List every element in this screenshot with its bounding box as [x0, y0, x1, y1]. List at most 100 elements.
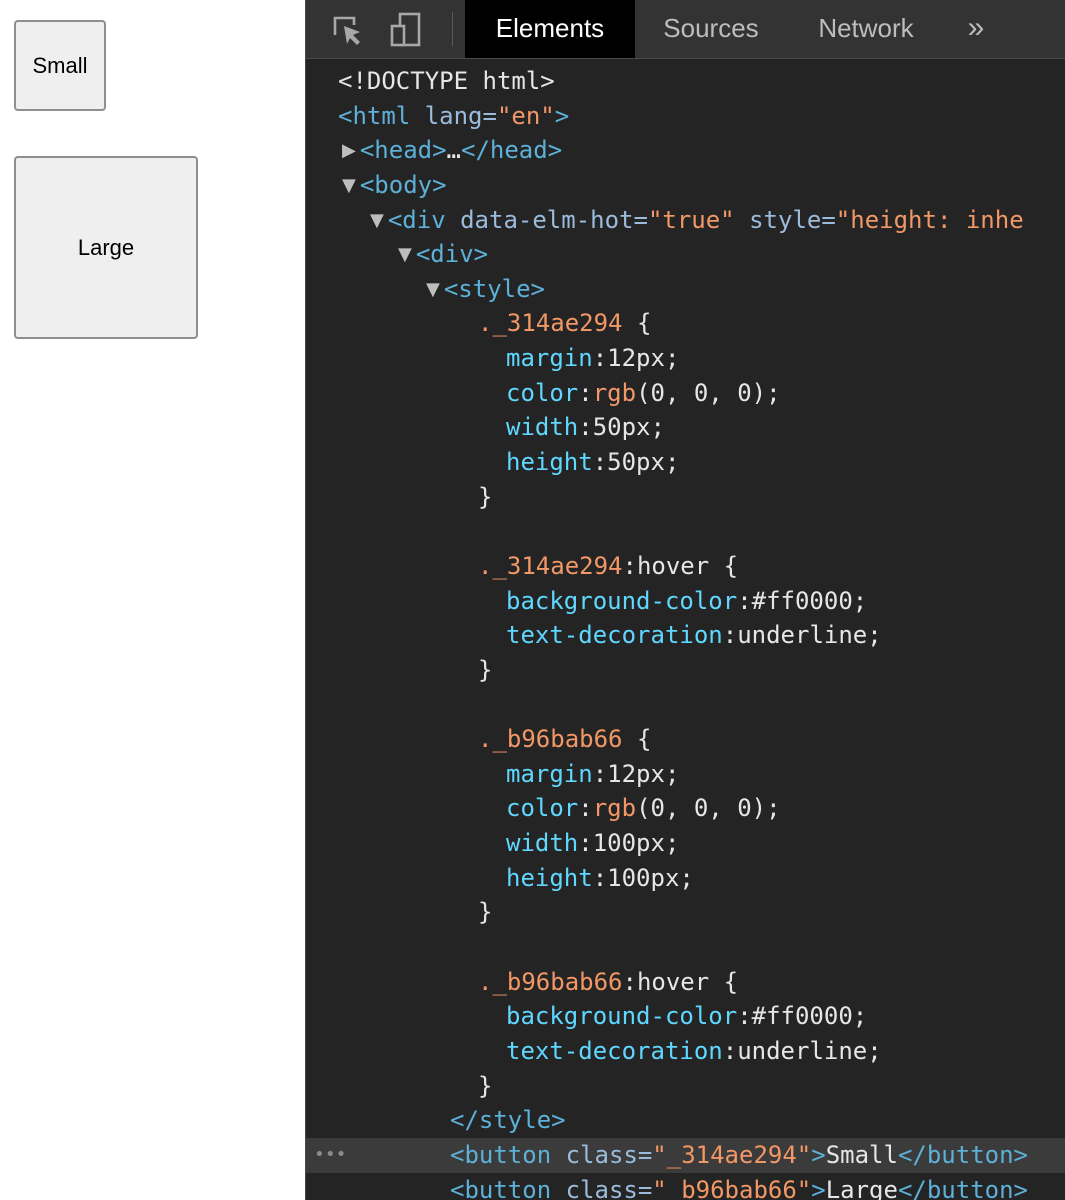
- code-token: margin: [506, 344, 593, 373]
- tab-network[interactable]: Network: [801, 0, 931, 58]
- dom-node-line[interactable]: ▼ <body>: [306, 168, 1065, 203]
- dom-node-line[interactable]: [306, 930, 1065, 965]
- code-token: {: [622, 725, 652, 754]
- code-token: lang=: [424, 101, 497, 130]
- code-token: <div>: [415, 240, 489, 269]
- dom-node-line[interactable]: ▼ <div>: [306, 237, 1065, 272]
- code-token: }: [478, 655, 493, 684]
- code-token: text-decoration: [506, 1036, 723, 1065]
- large-button[interactable]: Large: [14, 156, 198, 339]
- code-token: }: [478, 1071, 493, 1100]
- code-token: width: [506, 413, 579, 442]
- dom-node-line[interactable]: width:50px;: [306, 410, 1065, 445]
- code-token: }: [478, 482, 493, 511]
- code-token: :#ff0000;: [737, 586, 868, 615]
- inspect-element-icon[interactable]: [326, 9, 366, 49]
- dom-node-line[interactable]: ._314ae294 {: [306, 306, 1065, 341]
- code-token: height: [506, 448, 593, 477]
- page-preview: Small Large: [0, 0, 305, 1200]
- code-token: "_b96bab66": [652, 1175, 812, 1200]
- code-token: :#ff0000;: [737, 1002, 868, 1031]
- code-token: :12px;: [592, 344, 680, 373]
- dom-node-line[interactable]: ••• <button class="_314ae294">Small</butt…: [306, 1137, 1065, 1173]
- code-token: background-color: [506, 586, 738, 615]
- code-token: color: [506, 794, 579, 823]
- dom-node-line[interactable]: margin:12px;: [306, 757, 1065, 792]
- collapse-arrow-icon[interactable]: ▼: [398, 244, 412, 265]
- dom-node-line[interactable]: margin:12px;: [306, 341, 1065, 376]
- code-token: "_314ae294": [652, 1140, 812, 1169]
- collapse-arrow-icon[interactable]: ▼: [370, 210, 384, 231]
- dom-node-line[interactable]: background-color:#ff0000;: [306, 999, 1065, 1034]
- node-options-icon[interactable]: •••: [314, 1138, 347, 1173]
- dom-node-line[interactable]: color:rgb(0, 0, 0);: [306, 791, 1065, 826]
- code-token: style=: [734, 205, 836, 234]
- dom-node-line[interactable]: text-decoration:underline;: [306, 618, 1065, 653]
- dom-node-line[interactable]: background-color:#ff0000;: [306, 584, 1065, 619]
- dom-node-line[interactable]: ▼ <style>: [306, 272, 1065, 307]
- code-token: :: [578, 794, 593, 823]
- code-token: :hover {: [622, 967, 739, 996]
- tab-sources[interactable]: Sources: [646, 0, 776, 58]
- code-token: (0, 0, 0);: [636, 794, 781, 823]
- dom-node-line[interactable]: }: [306, 480, 1065, 515]
- more-tabs-icon[interactable]: »: [956, 0, 996, 58]
- code-token: >: [811, 1175, 826, 1200]
- expand-arrow-icon[interactable]: ▶: [342, 140, 356, 161]
- code-token: :50px;: [592, 448, 680, 477]
- code-token: </head>: [461, 136, 563, 165]
- devtools-toolbar: Elements Sources Network »: [306, 0, 1065, 59]
- code-token: <body>: [359, 170, 447, 199]
- dom-node-line[interactable]: }: [306, 1069, 1065, 1104]
- code-token: </style>: [450, 1106, 566, 1135]
- dom-node-line[interactable]: [306, 514, 1065, 549]
- dom-node-line[interactable]: ▶ <head>…</head>: [306, 133, 1065, 168]
- dom-node-line[interactable]: ._b96bab66 {: [306, 722, 1065, 757]
- code-token: background-color: [506, 1002, 738, 1031]
- code-token: rgb: [592, 378, 637, 407]
- dom-node-line[interactable]: }: [306, 895, 1065, 930]
- code-token: <button: [450, 1140, 566, 1169]
- code-token: rgb: [592, 794, 637, 823]
- code-token: >: [554, 101, 570, 130]
- dom-node-line[interactable]: height:100px;: [306, 861, 1065, 896]
- device-toolbar-icon[interactable]: [386, 9, 426, 49]
- code-token: ._b96bab66: [478, 967, 623, 996]
- code-token: ._b96bab66: [478, 725, 623, 754]
- dom-node-line[interactable]: width:100px;: [306, 826, 1065, 861]
- collapse-arrow-icon[interactable]: ▼: [426, 279, 440, 300]
- dom-node-line[interactable]: height:50px;: [306, 445, 1065, 480]
- code-token: :50px;: [578, 413, 665, 442]
- code-token: :underline;: [722, 1036, 882, 1065]
- code-token: …: [446, 136, 461, 165]
- code-token: :100px;: [578, 829, 680, 858]
- dom-node-line[interactable]: text-decoration:underline;: [306, 1034, 1065, 1069]
- dom-node-line[interactable]: ▼ <div data-elm-hot="true" style="height:…: [306, 203, 1065, 238]
- code-token: ._314ae294: [478, 309, 623, 338]
- code-token: </button>: [897, 1140, 1028, 1169]
- code-token: :100px;: [592, 863, 694, 892]
- dom-node-line[interactable]: </style>: [306, 1103, 1065, 1138]
- dom-node-line[interactable]: color:rgb(0, 0, 0);: [306, 376, 1065, 411]
- code-token: margin: [506, 759, 593, 788]
- dom-node-line[interactable]: <button class="_b96bab66">Large</button>: [306, 1173, 1065, 1200]
- collapse-arrow-icon[interactable]: ▼: [342, 175, 356, 196]
- small-button[interactable]: Small: [14, 20, 106, 111]
- code-token: <button: [450, 1175, 566, 1200]
- dom-node-line[interactable]: <html lang="en">: [306, 99, 1065, 134]
- dom-node-line[interactable]: ._314ae294:hover {: [306, 549, 1065, 584]
- code-token: "true": [647, 205, 735, 234]
- code-token: Small: [825, 1140, 898, 1169]
- code-token: color: [506, 378, 579, 407]
- dom-node-line[interactable]: ._b96bab66:hover {: [306, 965, 1065, 1000]
- tab-elements[interactable]: Elements: [465, 0, 635, 58]
- toolbar-divider: [452, 12, 453, 46]
- code-token: {: [622, 309, 652, 338]
- code-token: text-decoration: [506, 621, 723, 650]
- code-token: Large: [825, 1175, 898, 1200]
- dom-node-line[interactable]: <!DOCTYPE html>: [306, 64, 1065, 99]
- dom-node-line[interactable]: }: [306, 653, 1065, 688]
- dom-node-line[interactable]: [306, 688, 1065, 723]
- code-token: <html: [338, 101, 425, 130]
- code-token: :12px;: [592, 759, 680, 788]
